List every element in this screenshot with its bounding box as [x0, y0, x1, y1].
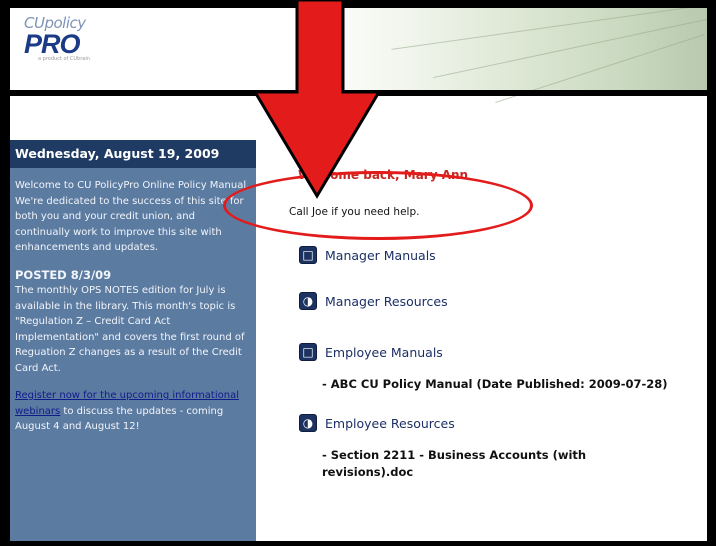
- resource-icon[interactable]: ◑: [299, 414, 317, 432]
- manager-resources-link[interactable]: Manager Resources: [325, 294, 448, 309]
- sidebar-body: Welcome to CU PolicyPro Online Policy Ma…: [15, 178, 251, 447]
- logo-main-text: PRO: [24, 29, 81, 59]
- logo-tagline: a product of CUbrain: [38, 56, 90, 62]
- employee-resources-link[interactable]: Employee Resources: [325, 416, 455, 431]
- register-paragraph: Register now for the upcoming informatio…: [15, 388, 251, 435]
- news-sidebar: Wednesday, August 19, 2009 Welcome to CU…: [10, 140, 256, 541]
- resource-icon[interactable]: ◑: [299, 292, 317, 310]
- section-employee-manuals: □ Employee Manuals - ABC CU Policy Manua…: [299, 343, 668, 393]
- manual-icon[interactable]: □: [299, 246, 317, 264]
- section-manager-resources: ◑ Manager Resources: [299, 292, 448, 310]
- screenshot-frame: CUpolicy PRO a product of CUbrain Wednes…: [0, 0, 716, 546]
- cupolicypro-logo[interactable]: CUpolicy PRO a product of CUbrain: [24, 14, 114, 74]
- section-employee-resources: ◑ Employee Resources - Section 2211 - Bu…: [299, 414, 699, 481]
- section-manager-manuals: □ Manager Manuals: [299, 246, 436, 264]
- sidebar-intro: Welcome to CU PolicyPro Online Policy Ma…: [15, 180, 250, 253]
- posted-body: The monthly OPS NOTES edition for July i…: [15, 285, 245, 374]
- sidebar-date: Wednesday, August 19, 2009: [10, 140, 256, 168]
- policy-manual-link[interactable]: - ABC CU Policy Manual (Date Published: …: [322, 376, 668, 393]
- red-arrow-icon: [255, 0, 382, 199]
- posted-title: POSTED 8/3/09: [15, 267, 112, 282]
- manual-icon[interactable]: □: [299, 343, 317, 361]
- manager-manuals-link[interactable]: Manager Manuals: [325, 248, 436, 263]
- business-accounts-doc-link[interactable]: - Section 2211 - Business Accounts (with…: [322, 447, 662, 481]
- employee-manuals-link[interactable]: Employee Manuals: [325, 345, 443, 360]
